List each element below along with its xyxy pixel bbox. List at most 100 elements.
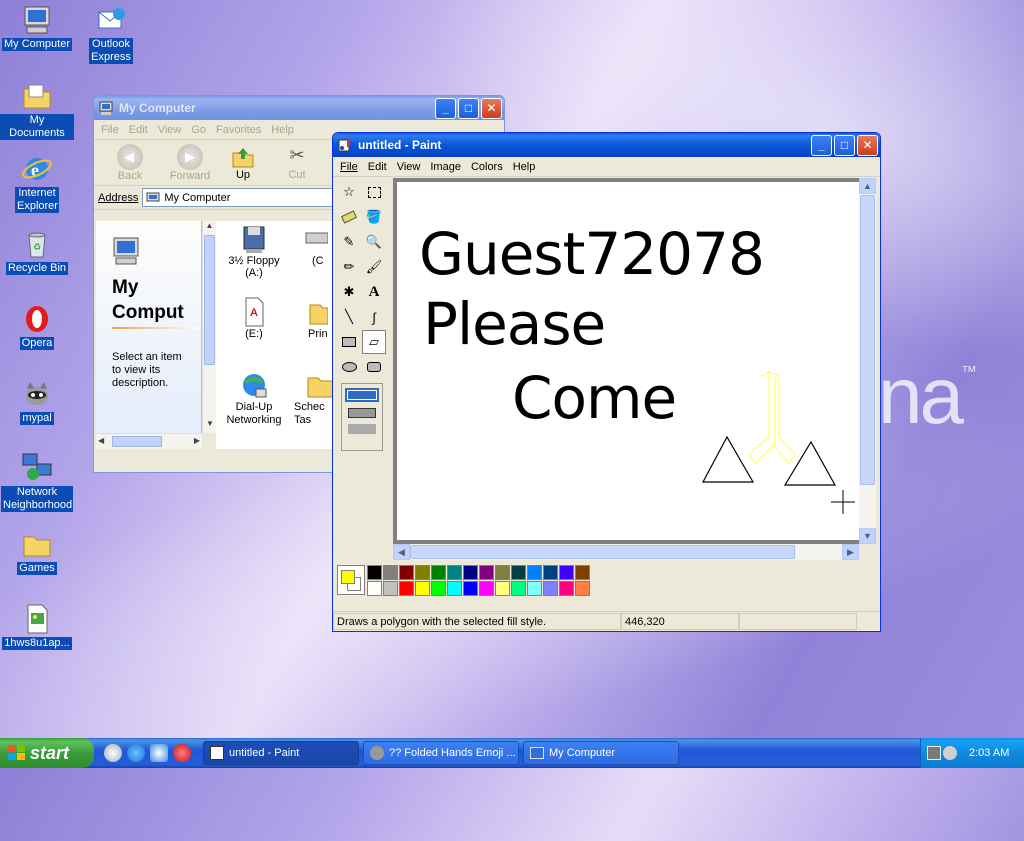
menu-view[interactable]: View (392, 161, 426, 173)
desktop-icon-outlook-express[interactable]: Outlook Express (74, 4, 148, 64)
palette-swatch[interactable] (575, 581, 590, 596)
desktop-icon-internet-explorer[interactable]: e Internet Explorer (0, 153, 74, 213)
palette-swatch[interactable] (463, 581, 478, 596)
item-c-drive[interactable]: (C (296, 223, 336, 267)
scroll-thumb[interactable] (860, 195, 875, 485)
palette-swatch[interactable] (543, 581, 558, 596)
forward-button[interactable]: ▶ Forward (160, 143, 220, 182)
canvas-vscroll[interactable]: ▲ ▼ (859, 178, 876, 544)
palette-swatch[interactable] (383, 581, 398, 596)
paint-titlebar[interactable]: untitled - Paint _ □ ✕ (333, 133, 880, 157)
opera-icon[interactable] (173, 744, 191, 762)
menu-file[interactable]: File (96, 124, 124, 136)
palette-swatch[interactable] (575, 565, 590, 580)
eraser-tool-icon[interactable] (337, 205, 361, 229)
close-button[interactable]: ✕ (857, 134, 878, 156)
cut-button[interactable]: ✂ Cut (274, 145, 320, 181)
scroll-right-button[interactable]: ▶ (194, 436, 200, 445)
palette-swatch[interactable] (447, 581, 462, 596)
scroll-down-button[interactable]: ▼ (859, 528, 876, 544)
panel-hscroll[interactable]: ◀ ▶ (96, 433, 202, 449)
palette-swatch[interactable] (415, 565, 430, 580)
pencil-tool-icon[interactable]: ✏ (337, 255, 361, 279)
foreground-color-swatch[interactable] (341, 570, 355, 584)
volume-tray-icon[interactable] (943, 746, 957, 760)
menu-edit[interactable]: Edit (363, 161, 392, 173)
desktop-icon-mypal[interactable]: mypal (0, 378, 74, 425)
palette-swatch[interactable] (431, 581, 446, 596)
palette-swatch[interactable] (447, 565, 462, 580)
maximize-button[interactable]: □ (458, 97, 479, 119)
maximize-button[interactable]: □ (834, 134, 855, 156)
palette-swatch[interactable] (495, 581, 510, 596)
paint-window[interactable]: untitled - Paint _ □ ✕ File Edit View Im… (332, 132, 881, 632)
menu-file[interactable]: File (335, 161, 363, 173)
menu-help[interactable]: Help (508, 161, 541, 173)
show-desktop-icon[interactable] (104, 744, 122, 762)
menu-help[interactable]: Help (266, 124, 299, 136)
airbrush-tool-icon[interactable]: ✱ (337, 280, 361, 304)
palette-swatch[interactable] (479, 581, 494, 596)
desktop-icon-opera[interactable]: Opera (0, 303, 74, 350)
palette-swatch[interactable] (511, 581, 526, 596)
scroll-left-button[interactable]: ◀ (393, 544, 410, 560)
palette-swatch[interactable] (399, 565, 414, 580)
palette-swatch[interactable] (559, 565, 574, 580)
rect-select-tool-icon[interactable] (362, 180, 386, 204)
scroll-down-button[interactable]: ▼ (203, 419, 217, 433)
network-tray-icon[interactable] (927, 746, 941, 760)
palette-swatch[interactable] (495, 565, 510, 580)
scroll-thumb[interactable] (204, 235, 215, 365)
internet-explorer-icon[interactable] (127, 744, 145, 762)
line-tool-icon[interactable]: ╲ (337, 305, 361, 329)
brush-tool-icon[interactable]: 🖌 (362, 255, 386, 279)
my-computer-titlebar[interactable]: My Computer _ □ ✕ (94, 96, 504, 120)
text-tool-icon[interactable]: A (362, 280, 386, 304)
palette-swatch[interactable] (431, 565, 446, 580)
fill-style-filled-outline[interactable] (348, 408, 376, 418)
palette-swatch[interactable] (399, 581, 414, 596)
minimize-button[interactable]: _ (811, 134, 832, 156)
menu-image[interactable]: Image (425, 161, 466, 173)
panel-vscroll[interactable]: ▲ ▼ (202, 221, 216, 433)
desktop-icon-recycle-bin[interactable]: ♻ Recycle Bin (0, 228, 74, 275)
up-button[interactable]: Up (220, 145, 266, 181)
scroll-up-button[interactable]: ▲ (859, 178, 876, 194)
scroll-left-button[interactable]: ◀ (98, 436, 104, 445)
task-my-computer[interactable]: My Computer (523, 741, 679, 765)
magnifier-tool-icon[interactable]: 🔍 (362, 230, 386, 254)
menu-colors[interactable]: Colors (466, 161, 508, 173)
palette-swatch[interactable] (559, 581, 574, 596)
palette-swatch[interactable] (367, 581, 382, 596)
color-picker-tool-icon[interactable]: ✎ (337, 230, 361, 254)
fill-style-filled[interactable] (348, 424, 376, 434)
desktop-icon-games[interactable]: Games (0, 528, 74, 575)
curve-tool-icon[interactable]: ∫ (362, 305, 386, 329)
palette-swatch[interactable] (511, 565, 526, 580)
desktop-icon-my-computer[interactable]: My Computer (0, 4, 74, 51)
item-dial-up[interactable]: Dial-Up Networking (218, 369, 290, 427)
task-paint[interactable]: untitled - Paint (203, 741, 359, 765)
start-button[interactable]: start (0, 738, 94, 768)
palette-swatch[interactable] (383, 565, 398, 580)
menu-view[interactable]: View (153, 124, 187, 136)
menu-edit[interactable]: Edit (124, 124, 153, 136)
palette-swatch[interactable] (463, 565, 478, 580)
palette-swatch[interactable] (415, 581, 430, 596)
item-scheduled-tasks[interactable]: Schec Tas (288, 369, 336, 427)
palette-swatch[interactable] (527, 565, 542, 580)
scroll-thumb[interactable] (112, 436, 162, 447)
drawing-canvas[interactable]: Guest72078 Please Come (397, 182, 859, 540)
canvas-hscroll[interactable]: ◀ ▶ (393, 544, 859, 560)
clock[interactable]: 2:03 AM (969, 747, 1009, 759)
ellipse-tool-icon[interactable] (337, 355, 361, 379)
free-select-tool-icon[interactable]: ☆ (337, 180, 361, 204)
task-mypal[interactable]: ?? Folded Hands Emoji ... (363, 741, 519, 765)
desktop-icon-network-neighborhood[interactable]: Network Neighborhood (0, 452, 74, 512)
scroll-right-button[interactable]: ▶ (842, 544, 859, 560)
desktop-icon-my-documents[interactable]: My Documents (0, 80, 74, 140)
outlook-express-icon[interactable] (150, 744, 168, 762)
palette-swatch[interactable] (367, 565, 382, 580)
palette-swatch[interactable] (543, 565, 558, 580)
menu-go[interactable]: Go (186, 124, 211, 136)
